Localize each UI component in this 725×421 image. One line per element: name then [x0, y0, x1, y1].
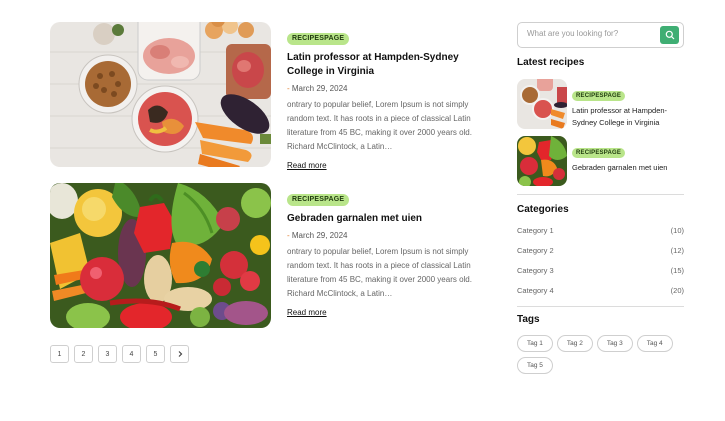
latest-recipe-item[interactable]: RECIPESPAGE Gebraden garnalen met uien: [517, 136, 684, 186]
category-badge[interactable]: RECIPESPAGE: [572, 91, 626, 101]
post-card: RECIPESPAGE Gebraden garnalen met uien -…: [50, 183, 500, 328]
category-badge[interactable]: RECIPESPAGE: [572, 148, 626, 158]
category-badge[interactable]: RECIPESPAGE: [287, 33, 350, 45]
post-body: RECIPESPAGE Gebraden garnalen met uien -…: [287, 188, 497, 320]
vegetables-thumbnail[interactable]: [517, 136, 567, 186]
latest-recipe-body: RECIPESPAGE Gebraden garnalen met uien: [572, 141, 684, 174]
category-count: (15): [670, 266, 684, 275]
latest-recipe-title[interactable]: Gebraden garnalen met uien: [572, 162, 684, 174]
read-more-link[interactable]: Read more: [287, 161, 327, 170]
chevron-right-icon: [178, 351, 182, 357]
tags-heading: Tags: [517, 314, 540, 325]
search-input[interactable]: [527, 29, 652, 38]
search-button[interactable]: [660, 26, 679, 44]
category-name[interactable]: Category 3: [517, 266, 554, 275]
next-page-button[interactable]: [170, 345, 189, 363]
category-name[interactable]: Category 2: [517, 246, 554, 255]
divider: [517, 194, 684, 195]
category-count: (12): [670, 246, 684, 255]
page-button-4[interactable]: 4: [122, 345, 141, 363]
category-name[interactable]: Category 4: [517, 286, 554, 295]
tag-list: Tag 1 Tag 2 Tag 3 Tag 4 Tag 5: [517, 335, 684, 374]
tag-chip[interactable]: Tag 2: [556, 335, 593, 352]
category-row[interactable]: Category 4 (20): [517, 286, 684, 295]
category-badge[interactable]: RECIPESPAGE: [287, 194, 350, 206]
search-box: [517, 22, 684, 48]
latest-recipes-heading: Latest recipes: [517, 57, 585, 68]
category-count: (20): [670, 286, 684, 295]
page-button-3[interactable]: 3: [98, 345, 117, 363]
latest-recipe-body: RECIPESPAGE Latin professor at Hampden-S…: [572, 84, 684, 129]
post-title[interactable]: Latin professor at Hampden-Sydney Colleg…: [287, 51, 497, 79]
tag-chip[interactable]: Tag 4: [636, 335, 673, 352]
post-date: - March 29, 2024: [287, 84, 497, 94]
post-card: RECIPESPAGE Latin professor at Hampden-S…: [50, 22, 500, 170]
post-excerpt: ontrary to popular belief, Lorem Ipsum i…: [287, 100, 472, 151]
latest-recipe-item[interactable]: RECIPESPAGE Latin professor at Hampden-S…: [517, 79, 684, 129]
sidebar: Latest recipes RECIPESPAGE Latin profess…: [517, 22, 684, 374]
divider: [517, 306, 684, 307]
category-row[interactable]: Category 3 (15): [517, 266, 684, 275]
post-date-text: March 29, 2024: [291, 231, 348, 240]
page-button-5[interactable]: 5: [146, 345, 165, 363]
meat-and-vegetables-thumbnail[interactable]: [517, 79, 567, 129]
tag-chip[interactable]: Tag 3: [596, 335, 633, 352]
page-button-1[interactable]: 1: [50, 345, 69, 363]
vegetables-photo[interactable]: [50, 183, 271, 328]
tag-chip[interactable]: Tag 5: [517, 357, 553, 374]
read-more-link[interactable]: Read more: [287, 308, 327, 317]
category-count: (10): [670, 226, 684, 235]
pagination: 1 2 3 4 5: [50, 345, 189, 363]
meat-and-vegetables-photo[interactable]: [50, 22, 271, 167]
post-title[interactable]: Gebraden garnalen met uien: [287, 212, 497, 226]
category-row[interactable]: Category 2 (12): [517, 246, 684, 255]
latest-recipe-title[interactable]: Latin professor at Hampden-Sydney Colleg…: [572, 105, 684, 129]
search-icon: [665, 30, 674, 40]
category-name[interactable]: Category 1: [517, 226, 554, 235]
tag-chip[interactable]: Tag 1: [517, 335, 553, 352]
category-row[interactable]: Category 1 (10): [517, 226, 684, 235]
post-excerpt: ontrary to popular belief, Lorem Ipsum i…: [287, 247, 472, 298]
post-date-text: March 29, 2024: [291, 84, 348, 93]
page-button-2[interactable]: 2: [74, 345, 93, 363]
categories-heading: Categories: [517, 204, 569, 215]
post-date: - March 29, 2024: [287, 231, 497, 241]
post-body: RECIPESPAGE Latin professor at Hampden-S…: [287, 27, 497, 173]
